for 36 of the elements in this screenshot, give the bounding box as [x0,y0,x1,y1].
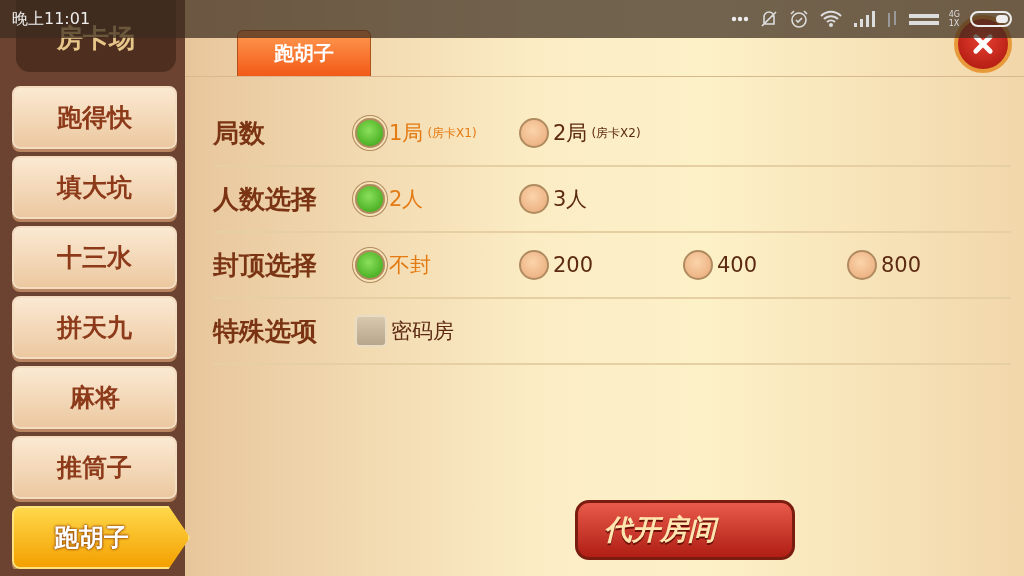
option-label: 800 [881,253,922,277]
radio-button[interactable] [683,250,713,280]
option-note: (房卡X2) [591,124,641,142]
setting-label: 特殊选项 [213,314,318,348]
game-button[interactable]: 跑得快 [12,86,177,149]
option-label: 2局 [553,120,588,147]
setting-label: 人数选择 [213,182,318,216]
option-note: (房卡X1) [427,124,477,142]
option-label: 1局 [389,120,424,147]
setting-label: 封顶选择 [213,248,318,282]
radio-button[interactable] [519,118,549,148]
option-label: 不封 [389,252,431,279]
open-room-button[interactable]: 代开房间 [575,500,795,560]
radio-button[interactable] [355,184,385,214]
checkbox[interactable] [355,315,387,347]
radio-button[interactable] [519,184,549,214]
radio-button[interactable] [519,250,549,280]
option-label: 400 [717,253,758,277]
option-label: 3人 [553,186,588,213]
radio-button[interactable] [355,250,385,280]
alarm-icon [788,9,809,29]
game-button[interactable]: 麻将 [12,366,177,429]
setting-label: 局数 [213,116,266,150]
radio-button[interactable] [847,250,877,280]
option-label: 2人 [389,186,424,213]
radio-button[interactable] [355,118,385,148]
game-button[interactable]: 拼天九 [12,296,177,359]
battery-icon [970,11,1012,27]
option-label: 密码房 [391,318,454,345]
option-label: 200 [553,253,594,277]
network-type: 4G 1X [948,10,960,28]
game-button[interactable]: 十三水 [12,226,177,289]
game-button[interactable]: 填大坑 [12,156,177,219]
wifi-icon [818,10,843,28]
game-button[interactable]: 推筒子 [12,436,177,499]
more-icon [730,16,749,22]
